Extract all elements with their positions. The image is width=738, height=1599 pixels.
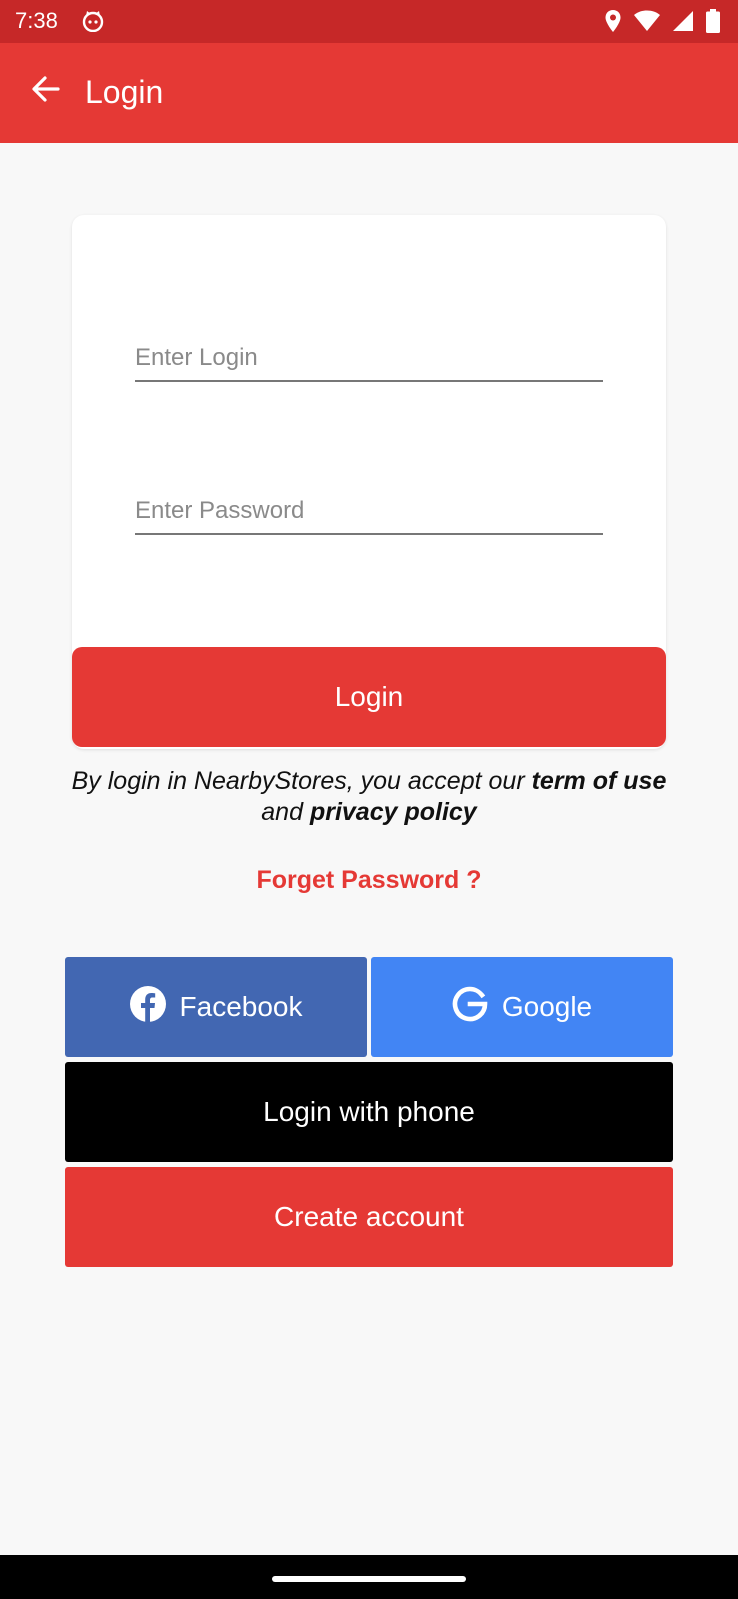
app-bar: Login — [0, 43, 738, 143]
google-label: Google — [501, 991, 593, 1022]
password-field — [135, 485, 603, 535]
privacy-policy-link[interactable]: privacy policy — [310, 798, 477, 826]
login-with-phone-button[interactable]: Login with phone — [65, 1062, 673, 1162]
status-time: 7:38 — [15, 8, 58, 33]
page-title: Login — [85, 74, 164, 110]
login-input[interactable] — [135, 344, 603, 372]
terms-and: and — [261, 798, 310, 826]
status-bar: 7:38 — [0, 0, 738, 43]
google-icon — [452, 986, 488, 1029]
facebook-icon — [129, 985, 166, 1029]
terms-prefix: By login in NearbyStores, you accept our — [71, 767, 532, 795]
facebook-button[interactable]: Facebook — [65, 957, 367, 1057]
forget-password-link[interactable]: Forget Password ? — [0, 866, 738, 895]
status-icons — [604, 9, 720, 33]
cat-notification-icon — [82, 10, 104, 33]
system-navigation-bar — [0, 1555, 738, 1599]
google-button[interactable]: Google — [371, 957, 673, 1057]
login-button[interactable]: Login — [72, 647, 666, 747]
login-button-label: Login — [334, 681, 404, 712]
wifi-icon — [634, 10, 660, 32]
cell-signal-icon — [672, 10, 694, 32]
home-gesture-handle[interactable] — [272, 1576, 466, 1582]
login-with-phone-label: Login with phone — [263, 1096, 475, 1127]
back-button[interactable] — [24, 69, 68, 113]
facebook-label: Facebook — [179, 991, 303, 1022]
battery-icon — [706, 9, 720, 33]
arrow-back-icon — [30, 73, 62, 110]
create-account-button[interactable]: Create account — [65, 1167, 673, 1267]
location-icon — [604, 9, 622, 33]
login-field — [135, 332, 603, 382]
password-input[interactable] — [135, 497, 603, 525]
terms-text: By login in NearbyStores, you accept our… — [70, 766, 668, 828]
term-of-use-link[interactable]: term of use — [532, 767, 667, 795]
create-account-label: Create account — [274, 1201, 464, 1232]
